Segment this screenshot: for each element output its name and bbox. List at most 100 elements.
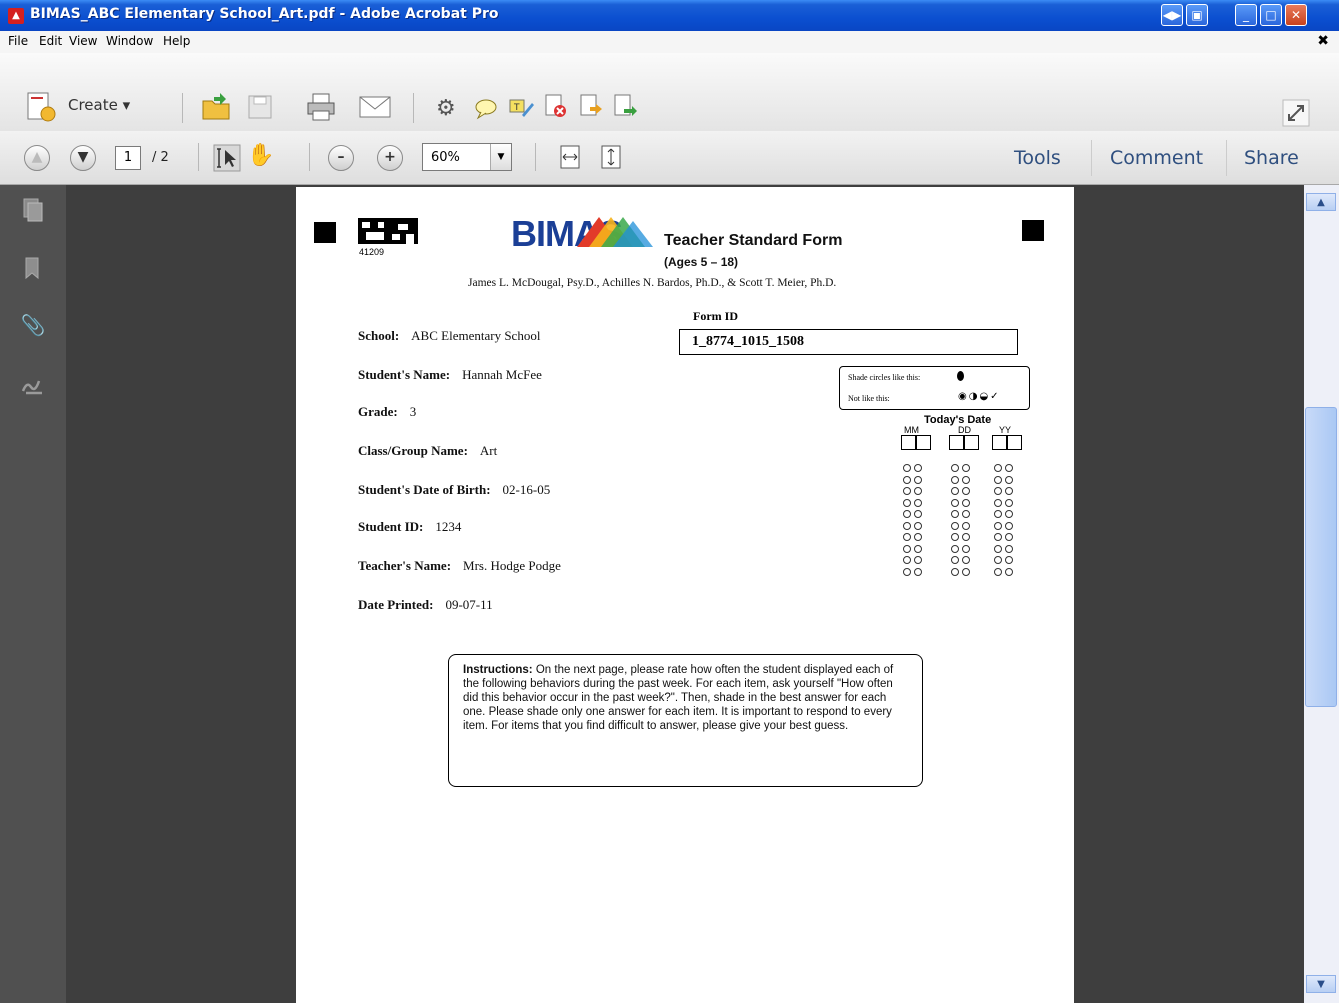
date-bubble[interactable] — [951, 487, 959, 495]
date-bubble[interactable] — [994, 533, 1002, 541]
pdf-delete-icon[interactable] — [543, 93, 569, 119]
date-bubble[interactable] — [903, 556, 911, 564]
date-bubble[interactable] — [994, 487, 1002, 495]
date-bubble[interactable] — [951, 556, 959, 564]
maximize-button[interactable]: □ — [1260, 4, 1282, 26]
date-bubble[interactable] — [951, 475, 959, 484]
date-bubble[interactable] — [903, 533, 911, 541]
scroll-thumb[interactable] — [1305, 407, 1337, 707]
menu-view[interactable]: View — [69, 34, 97, 48]
date-bubble[interactable] — [914, 498, 922, 507]
open-icon[interactable] — [200, 91, 232, 123]
date-bubble[interactable] — [914, 521, 922, 530]
bookmarks-icon[interactable] — [20, 255, 46, 281]
menu-edit[interactable]: Edit — [39, 34, 62, 48]
date-bubble[interactable] — [994, 464, 1002, 472]
date-bubble[interactable] — [1005, 464, 1013, 472]
date-bubble[interactable] — [1005, 544, 1013, 553]
zoom-out-button[interactable]: – — [328, 145, 354, 171]
restore-view-icon[interactable]: ◀▶ — [1161, 4, 1183, 26]
fullscreen-icon[interactable]: ▣ — [1186, 4, 1208, 26]
date-bubble[interactable] — [914, 533, 922, 541]
menu-help[interactable]: Help — [163, 34, 190, 48]
comment-icon[interactable] — [473, 96, 499, 122]
date-bubble[interactable] — [914, 475, 922, 484]
export-icon[interactable] — [578, 93, 604, 119]
date-bubble[interactable] — [903, 475, 911, 484]
date-bubble[interactable] — [962, 533, 970, 541]
date-bubble[interactable] — [903, 498, 911, 507]
scroll-up-button[interactable]: ▲ — [1306, 193, 1336, 211]
select-tool-icon[interactable] — [213, 144, 241, 172]
fit-page-icon[interactable] — [598, 144, 624, 170]
date-bubble[interactable] — [903, 464, 911, 472]
date-bubble[interactable] — [962, 567, 970, 576]
date-bubble[interactable] — [962, 475, 970, 484]
create-pdf-icon[interactable] — [24, 90, 58, 124]
email-icon[interactable] — [358, 93, 392, 121]
date-bubble[interactable] — [962, 510, 970, 518]
date-bubble[interactable] — [1005, 556, 1013, 564]
date-bubble[interactable] — [1005, 487, 1013, 495]
date-bubble[interactable] — [951, 544, 959, 553]
previous-page-button[interactable]: ▲ — [24, 145, 50, 171]
highlight-icon[interactable]: T — [508, 95, 534, 121]
chevron-down-icon[interactable]: ▼ — [490, 144, 511, 170]
date-bubble[interactable] — [951, 521, 959, 530]
minimize-button[interactable]: _ — [1235, 4, 1257, 26]
close-button[interactable]: ✕ — [1285, 4, 1307, 26]
menu-window[interactable]: Window — [106, 34, 153, 48]
date-bubble[interactable] — [914, 487, 922, 495]
save-icon[interactable] — [246, 93, 274, 121]
date-bubble[interactable] — [1005, 498, 1013, 507]
date-bubble[interactable] — [994, 521, 1002, 530]
fit-width-icon[interactable] — [557, 144, 583, 170]
create-button[interactable]: Create ▾ — [68, 96, 130, 114]
date-bubble[interactable] — [1005, 510, 1013, 518]
date-bubble[interactable] — [951, 498, 959, 507]
comment-pane-button[interactable]: Comment — [1110, 147, 1203, 169]
date-bubble[interactable] — [903, 567, 911, 576]
date-bubble[interactable] — [951, 510, 959, 518]
page-thumbnails-icon[interactable] — [20, 197, 46, 223]
date-bubble[interactable] — [1005, 567, 1013, 576]
scroll-down-button[interactable]: ▼ — [1306, 975, 1336, 993]
date-bubble[interactable] — [903, 487, 911, 495]
date-bubble[interactable] — [962, 487, 970, 495]
date-bubble[interactable] — [962, 521, 970, 530]
expand-icon[interactable] — [1282, 99, 1310, 127]
date-bubble[interactable] — [994, 510, 1002, 518]
date-bubble[interactable] — [994, 475, 1002, 484]
date-bubble[interactable] — [994, 567, 1002, 576]
date-bubble[interactable] — [914, 567, 922, 576]
page-number-input[interactable]: 1 — [115, 146, 141, 170]
date-bubble[interactable] — [914, 464, 922, 472]
date-bubble[interactable] — [914, 544, 922, 553]
date-bubble[interactable] — [1005, 533, 1013, 541]
zoom-in-button[interactable]: + — [377, 145, 403, 171]
date-bubble[interactable] — [994, 556, 1002, 564]
tools-pane-button[interactable]: Tools — [1014, 147, 1061, 169]
print-icon[interactable] — [305, 91, 337, 123]
date-bubble[interactable] — [994, 498, 1002, 507]
date-bubble[interactable] — [951, 567, 959, 576]
attachments-icon[interactable]: 📎 — [20, 313, 46, 339]
date-bubble[interactable] — [903, 510, 911, 518]
hand-tool-icon[interactable]: ✋ — [247, 143, 274, 169]
date-bubble[interactable] — [914, 510, 922, 518]
date-bubble[interactable] — [962, 556, 970, 564]
close-document-icon[interactable]: ✖ — [1317, 33, 1329, 49]
signatures-icon[interactable] — [20, 371, 46, 397]
settings-icon[interactable]: ⚙ — [436, 96, 462, 122]
date-bubble[interactable] — [1005, 475, 1013, 484]
date-bubble[interactable] — [994, 544, 1002, 553]
vertical-scrollbar[interactable]: ▲ ▼ — [1304, 185, 1339, 1003]
date-bubble[interactable] — [903, 544, 911, 553]
share-pane-button[interactable]: Share — [1244, 147, 1299, 169]
date-bubble[interactable] — [962, 464, 970, 472]
date-bubble[interactable] — [951, 533, 959, 541]
next-page-button[interactable]: ▼ — [70, 145, 96, 171]
menu-file[interactable]: File — [8, 34, 28, 48]
date-bubble[interactable] — [914, 556, 922, 564]
date-bubble[interactable] — [951, 464, 959, 472]
